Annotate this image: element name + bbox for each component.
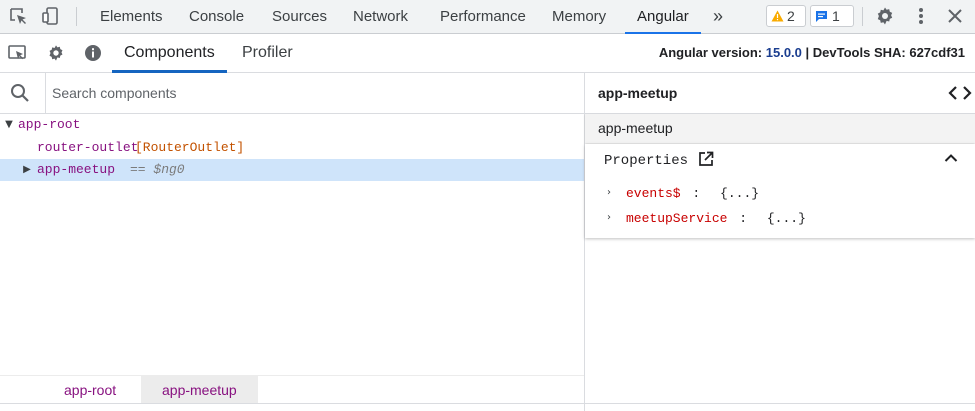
breadcrumb-item-app-meetup[interactable]: app-meetup xyxy=(141,376,258,404)
properties-label: Properties xyxy=(604,153,689,169)
warning-icon xyxy=(771,10,784,22)
devtools-tab-bar: Elements Console Sources Network Perform… xyxy=(0,0,975,34)
selected-component-name: app-meetup xyxy=(598,120,673,136)
search-input[interactable] xyxy=(45,73,583,113)
collapsed-chevron-icon[interactable]: ▶ xyxy=(22,159,32,181)
expand-chevron-icon[interactable]: › xyxy=(604,183,614,203)
bottom-border xyxy=(0,403,975,404)
details-header: app-meetup xyxy=(585,73,975,114)
version-info: Angular version: 15.0.0 | DevTools SHA: … xyxy=(659,34,965,72)
toolbar-divider xyxy=(76,7,77,26)
close-icon[interactable] xyxy=(944,5,966,27)
property-sep: : xyxy=(739,211,748,226)
property-value: {...} xyxy=(766,211,806,226)
tab-sources[interactable]: Sources xyxy=(272,0,327,33)
tab-network[interactable]: Network xyxy=(353,0,408,33)
more-tabs-chevron-icon[interactable]: » xyxy=(713,0,723,33)
tab-performance[interactable]: Performance xyxy=(440,0,526,33)
expanded-chevron-icon[interactable]: ▼ xyxy=(4,114,14,136)
property-key: meetupService xyxy=(626,211,728,226)
info-icon[interactable] xyxy=(82,42,104,64)
property-row-meetupservice[interactable]: › meetupService : {...} xyxy=(607,209,806,229)
property-sep: : xyxy=(692,186,701,201)
property-value: {...} xyxy=(720,186,760,201)
angular-toolbar: Components Profiler Angular version: 15.… xyxy=(0,34,975,73)
message-icon xyxy=(815,10,828,23)
tree-node-app-root[interactable]: ▼ app-root xyxy=(0,114,584,136)
tab-angular[interactable]: Angular xyxy=(625,0,701,34)
property-key: events$ xyxy=(626,186,681,201)
tab-elements[interactable]: Elements xyxy=(100,0,163,33)
search-icon xyxy=(10,83,30,103)
details-panel: app-meetup app-meetup Properties › event… xyxy=(585,73,975,411)
open-in-new-icon[interactable] xyxy=(698,151,714,167)
tab-memory[interactable]: Memory xyxy=(552,0,606,33)
inspect-component-icon[interactable] xyxy=(7,42,29,64)
selected-component-bar: app-meetup xyxy=(585,114,975,143)
sha-label: | DevTools SHA: xyxy=(805,45,906,60)
angular-version: 15.0.0 xyxy=(765,45,802,60)
tab-profiler[interactable]: Profiler xyxy=(242,34,293,72)
component-tree-panel: ▼ app-root router-outlet [RouterOutlet] … xyxy=(0,73,584,411)
search-row xyxy=(0,73,584,114)
warnings-count: 2 xyxy=(787,8,795,24)
expand-chevron-icon[interactable]: › xyxy=(604,208,614,228)
tab-components[interactable]: Components xyxy=(112,34,227,73)
breadcrumb-item-app-root[interactable]: app-root xyxy=(43,376,137,404)
messages-count: 1 xyxy=(832,8,840,24)
properties-section: Properties › events$ : {...} › meetupSer… xyxy=(585,144,975,238)
tree-node-ref: == $ng0 xyxy=(130,162,185,177)
messages-badge[interactable]: 1 xyxy=(810,5,854,27)
tree-node-app-meetup[interactable]: ▶ app-meetup == $ng0 xyxy=(0,159,584,181)
code-brackets-icon[interactable] xyxy=(948,85,972,101)
details-title: app-meetup xyxy=(598,85,678,101)
settings-gear-icon[interactable] xyxy=(45,42,67,64)
inspect-element-icon[interactable] xyxy=(7,5,29,27)
devtools-sha: 627cdf31 xyxy=(909,45,965,60)
version-label: Angular version: xyxy=(658,45,763,60)
breadcrumb: app-root app-meetup xyxy=(0,375,584,404)
kebab-menu-icon[interactable] xyxy=(910,5,932,27)
properties-title[interactable]: Properties xyxy=(604,151,714,169)
tree-node-label: app-root xyxy=(18,117,81,132)
tree-node-router-outlet[interactable]: router-outlet [RouterOutlet] xyxy=(0,137,584,159)
tree-node-label: router-outlet xyxy=(37,140,139,155)
device-toolbar-icon[interactable] xyxy=(40,5,62,27)
chevron-up-icon[interactable] xyxy=(944,153,958,163)
property-row-events[interactable]: › events$ : {...} xyxy=(607,184,759,204)
tree-node-label: app-meetup xyxy=(37,162,116,177)
toolbar-divider xyxy=(862,7,863,26)
gear-icon[interactable] xyxy=(874,5,896,27)
warnings-badge[interactable]: 2 xyxy=(766,5,806,27)
tab-console[interactable]: Console xyxy=(189,0,244,33)
tree-node-directive: [RouterOutlet] xyxy=(135,140,245,155)
